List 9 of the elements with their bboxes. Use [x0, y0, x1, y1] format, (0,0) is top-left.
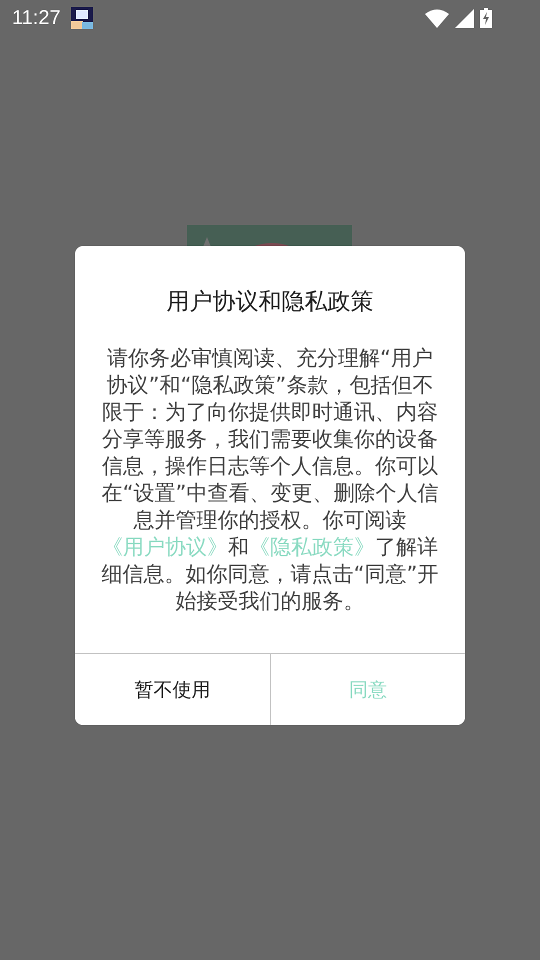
policy-link[interactable]: 《隐私政策》 — [249, 535, 375, 559]
battery-charging-icon — [480, 8, 492, 28]
status-time: 11:27 — [12, 6, 61, 30]
wifi-icon — [425, 8, 449, 28]
dialog-message: 请你务必审慎阅读、充分理解“用户协议”和“隐私政策”条款，包括但不限于：为了向你提供即时通讯、内容分享等服务，我们需要收集你的设备信息，操作日志等个人信息。你可以在“设置”中查看、变更、删除个人信息并管理你的授权。你可阅读 《用户协议》和《隐私政策》了解详细信息。如你同意，请点击“同意”开始接受我们的服务。 — [100, 345, 440, 615]
agree-button[interactable]: 同意 — [270, 654, 465, 725]
dialog-title: 用户协议和隐私政策 — [166, 288, 374, 317]
signal-icon — [455, 8, 474, 28]
policy-link[interactable]: 《用户协议》 — [102, 535, 228, 559]
